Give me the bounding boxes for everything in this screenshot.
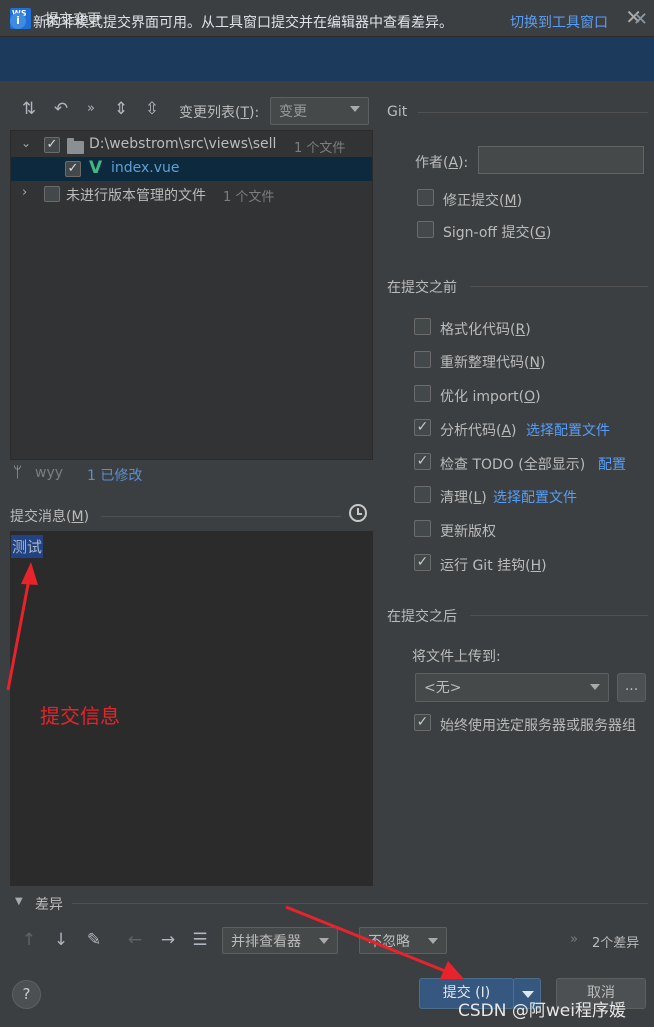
changelist-label: 变更列表(T): — [179, 105, 260, 121]
down-arrow-icon[interactable]: ↓ — [50, 929, 72, 951]
todo-configure-link[interactable]: 配置 — [598, 454, 626, 474]
folder-icon — [67, 138, 84, 154]
chevron-right-icon[interactable]: › — [22, 185, 27, 200]
analyze-code-checkbox[interactable]: ✓ — [414, 419, 431, 436]
amend-label: 修正提交(M) — [443, 193, 523, 209]
tree-row-file[interactable]: ✓ V index.vue — [11, 157, 372, 181]
right-arrow-icon[interactable]: → — [157, 929, 179, 951]
divider — [470, 286, 648, 287]
after-commit-title: 在提交之后 — [387, 609, 457, 625]
changes-summary-link[interactable]: 1 已修改 — [87, 465, 142, 485]
commit-message-text: 测试 — [11, 535, 44, 558]
check-todo-checkbox[interactable]: ✓ — [414, 453, 431, 470]
signoff-label: Sign-off 提交(G) — [443, 225, 552, 241]
update-copyright-checkbox[interactable] — [414, 520, 431, 537]
changes-tree: ⌄ ✓ D:\webstrom\src\views\sell 1 个文件 ✓ V… — [10, 130, 373, 460]
git-hooks-checkbox[interactable]: ✓ — [414, 554, 431, 571]
tree-row-unversioned[interactable]: › 未进行版本管理的文件 1 个文件 — [11, 182, 372, 206]
branch-icon: ᛘ — [13, 463, 23, 481]
csdn-watermark: CSDN @阿wei程序媛 — [458, 1001, 626, 1021]
cleanup-label: 清理(L) — [440, 490, 487, 506]
diff-collapse-icon[interactable]: ▼ — [15, 896, 23, 907]
upload-server-select[interactable]: <无> — [415, 673, 609, 702]
author-field[interactable] — [478, 146, 644, 174]
divider — [101, 516, 341, 517]
cleanup-profile-link[interactable]: 选择配置文件 — [493, 487, 577, 507]
changelist-select[interactable]: 变更 — [270, 97, 369, 125]
cleanup-checkbox[interactable] — [414, 486, 431, 503]
divider — [418, 112, 648, 113]
banner-close-icon[interactable]: ✕ — [633, 9, 648, 30]
optimize-imports-label: 优化 import(O) — [440, 389, 541, 405]
help-button[interactable]: ? — [12, 980, 41, 1009]
vue-file-icon: V — [89, 158, 103, 178]
left-arrow-icon[interactable]: ← — [124, 929, 146, 951]
author-label: 作者(A): — [415, 155, 469, 171]
unversioned-checkbox[interactable] — [44, 186, 60, 202]
rollback-icon[interactable]: ↶ — [50, 98, 72, 120]
more-icon[interactable]: » — [570, 932, 578, 947]
chevron-down-icon[interactable]: ⌄ — [21, 136, 31, 150]
git-section-title: Git — [387, 104, 408, 120]
rearrange-checkbox[interactable] — [414, 351, 431, 368]
branch-name: wyy — [35, 465, 64, 481]
history-icon[interactable] — [349, 504, 367, 522]
more-icon[interactable]: » — [80, 98, 102, 120]
analyze-profile-link[interactable]: 选择配置文件 — [526, 420, 610, 440]
banner-text: 新的非模式提交界面可用。从工具窗口提交并在编辑器中查看差异。 — [33, 15, 453, 31]
update-copyright-label: 更新版权 — [440, 524, 496, 540]
expand-all-icon[interactable]: ⇕ — [110, 98, 132, 120]
before-commit-title: 在提交之前 — [387, 280, 457, 296]
always-use-server-label: 始终使用选定服务器或服务器组 — [440, 718, 636, 734]
annotation-arrow — [285, 905, 464, 979]
info-banner — [0, 37, 654, 81]
analyze-code-label: 分析代码(A) — [440, 423, 517, 439]
divider — [470, 615, 648, 616]
check-todo-label: 检查 TODO (全部显示) — [440, 457, 586, 473]
info-icon: i — [10, 13, 26, 29]
commit-message-label: 提交消息(M) — [10, 509, 90, 525]
chevron-down-icon — [590, 684, 600, 690]
diff-section-title: 差异 — [35, 897, 63, 913]
refresh-icon[interactable]: ⇅ — [18, 98, 40, 120]
signoff-checkbox[interactable] — [417, 221, 434, 238]
optimize-imports-checkbox[interactable] — [414, 385, 431, 402]
tree-row-label: 未进行版本管理的文件 — [66, 188, 206, 204]
up-arrow-icon[interactable]: ↑ — [18, 929, 40, 951]
switch-to-toolwindow-link[interactable]: 切换到工具窗口 — [510, 12, 608, 32]
always-use-server-checkbox[interactable]: ✓ — [414, 714, 431, 731]
git-hooks-label: 运行 Git 挂钩(H) — [440, 558, 547, 574]
annotation-arrow — [6, 562, 38, 691]
annotation-label: 提交信息 — [40, 704, 120, 728]
amend-checkbox[interactable] — [417, 189, 434, 206]
tree-row-label: D:\webstrom\src\views\sell — [89, 136, 277, 152]
list-icon[interactable]: ☰ — [189, 929, 211, 951]
diff-count: 2个差异 — [592, 936, 640, 951]
collapse-all-icon[interactable]: ⇳ — [141, 98, 163, 120]
edit-icon[interactable]: ✎ — [83, 929, 105, 951]
file-checkbox[interactable]: ✓ — [65, 161, 81, 177]
chevron-down-icon — [350, 106, 360, 112]
folder-checkbox[interactable]: ✓ — [44, 137, 60, 153]
upload-label: 将文件上传到: — [412, 649, 501, 665]
tree-row-label: index.vue — [111, 160, 180, 176]
reformat-checkbox[interactable] — [414, 318, 431, 335]
tree-row-count: 1 个文件 — [294, 141, 346, 156]
rearrange-label: 重新整理代码(N) — [440, 355, 546, 371]
tree-row-count: 1 个文件 — [223, 190, 275, 205]
reformat-label: 格式化代码(R) — [440, 322, 531, 338]
tree-row-folder[interactable]: ⌄ ✓ D:\webstrom\src\views\sell 1 个文件 — [11, 133, 372, 157]
browse-servers-button[interactable]: ... — [617, 673, 646, 702]
